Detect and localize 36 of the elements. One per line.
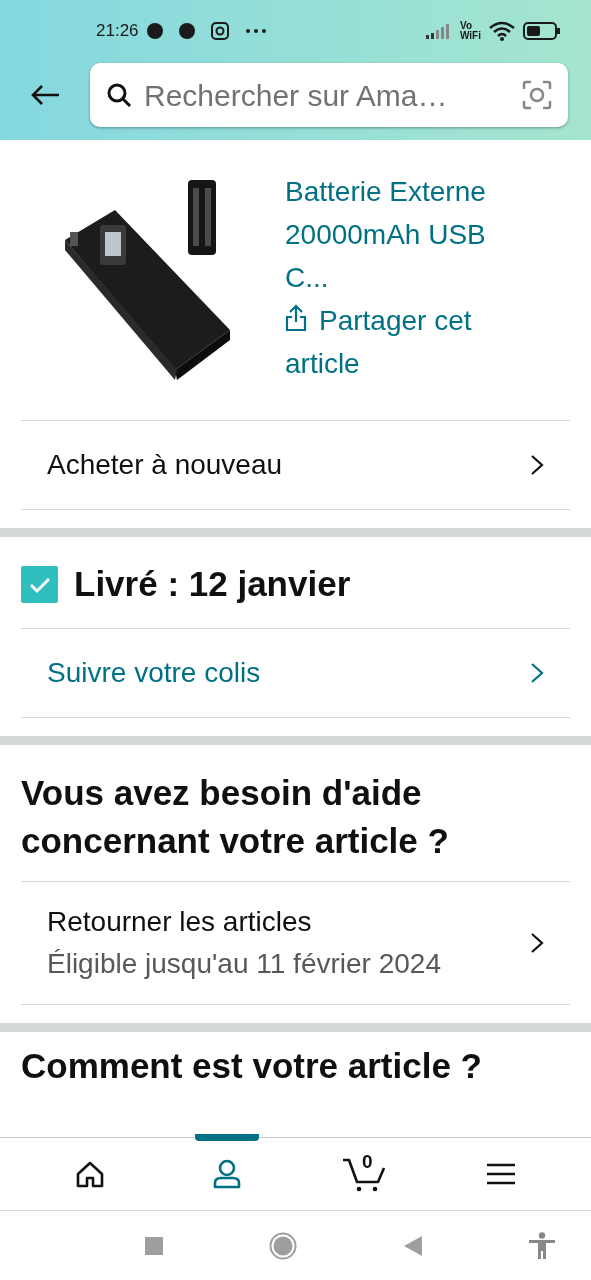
product-title[interactable]: Batterie Externe 20000mAh USB C...: [285, 170, 525, 299]
home-icon: [75, 1160, 106, 1188]
review-heading: Comment est votre article ?: [21, 1046, 482, 1085]
home-button-icon[interactable]: [269, 1231, 298, 1260]
accessibility-icon[interactable]: [528, 1231, 556, 1260]
share-link[interactable]: Partager cet article: [285, 299, 525, 385]
status-time: 21:26: [96, 20, 139, 43]
return-title: Retourner les articles: [47, 905, 313, 939]
help-heading: Vous avez besoin d'aide concernant votre article ?: [21, 772, 450, 862]
camera-app-icon: [210, 22, 229, 40]
recents-button-icon[interactable]: [145, 1236, 163, 1255]
check-icon: [28, 575, 51, 594]
search-icon: [106, 82, 132, 108]
chevron-right-icon: [530, 662, 544, 684]
battery-icon: [523, 22, 561, 40]
wifi-icon: [489, 21, 515, 41]
chevron-right-icon: [530, 932, 544, 954]
share-icon: [285, 304, 307, 332]
menu-icon: [486, 1163, 515, 1185]
network-label: Vo WiFi: [460, 21, 481, 41]
buy-again-row[interactable]: Acheter à nouveau: [21, 421, 570, 509]
cart-icon: [341, 1156, 386, 1192]
track-package-row[interactable]: Suivre votre colis: [21, 629, 570, 717]
camera-scan-icon: [522, 80, 552, 110]
search-field[interactable]: Rechercher sur Ama…: [90, 63, 568, 127]
search-input[interactable]: Rechercher sur Ama…: [144, 72, 510, 118]
return-items-row[interactable]: Retourner les articles Éligible jusqu'au 11 février 2024: [21, 882, 570, 1004]
cart-count: 0: [361, 1152, 373, 1171]
return-deadline: Éligible jusqu'au 11 février 2024: [47, 947, 441, 981]
chevron-right-icon: [530, 454, 544, 476]
signal-icon: [426, 23, 452, 39]
cart-tab[interactable]: 0: [295, 1138, 433, 1210]
more-icon: [244, 28, 267, 34]
back-button-icon[interactable]: [403, 1235, 422, 1256]
back-arrow-icon: [30, 84, 60, 106]
delivery-status: Livré : 12 janvier: [74, 563, 351, 606]
